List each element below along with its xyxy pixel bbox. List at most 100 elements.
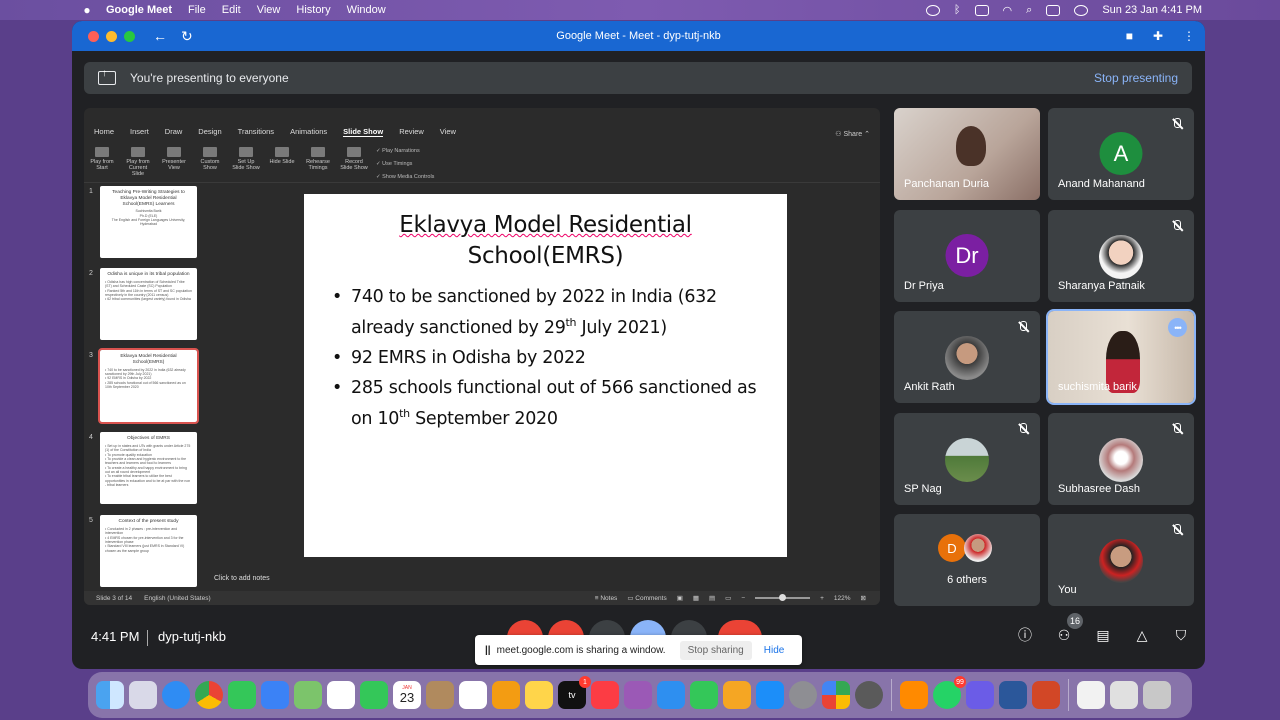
tab-design[interactable]: Design bbox=[198, 127, 221, 137]
thumbnail-3[interactable]: 3 Eklavya Model Residential School(EMRS)… bbox=[84, 348, 206, 424]
minimize-window-button[interactable] bbox=[106, 30, 117, 42]
rehearse-timings-button[interactable]: Rehearse Timings bbox=[304, 145, 332, 182]
meeting-details-icon[interactable]: ⓘ bbox=[1015, 625, 1035, 645]
meeting-code[interactable]: dyp-tutj-nkb bbox=[158, 629, 226, 644]
menu-edit[interactable]: Edit bbox=[222, 4, 241, 16]
close-window-button[interactable] bbox=[88, 30, 99, 42]
participant-tile-suchismita[interactable]: ••• suchismita barik bbox=[1046, 309, 1196, 405]
participant-tile-panchanan[interactable]: Panchanan Duria bbox=[894, 108, 1040, 200]
tab-transitions[interactable]: Transitions bbox=[238, 127, 274, 137]
pages-icon[interactable] bbox=[723, 681, 751, 709]
participant-tile-priya[interactable]: Dr Dr Priya bbox=[894, 210, 1040, 302]
calendar-icon[interactable]: JAN 23 bbox=[393, 681, 421, 709]
menu-view[interactable]: View bbox=[257, 4, 281, 16]
language-indicator[interactable]: English (United States) bbox=[144, 595, 210, 602]
thumbnail-slide-selected[interactable]: Eklavya Model Residential School(EMRS) •… bbox=[98, 348, 199, 424]
ppt-share-button[interactable]: ⚇ Share ⌃ bbox=[835, 130, 870, 138]
shortcuts-icon[interactable] bbox=[966, 681, 994, 709]
thumbnail-slide[interactable]: Teaching Pre-Writing Strategies to Eklav… bbox=[100, 186, 197, 258]
record-slideshow-button[interactable]: Record Slide Show bbox=[340, 145, 368, 182]
zoom-out-icon[interactable]: − bbox=[741, 595, 745, 602]
fit-to-window-icon[interactable]: ⊠ bbox=[861, 594, 866, 602]
normal-view-icon[interactable]: ▣ bbox=[677, 594, 683, 602]
play-narrations-checkbox[interactable]: ✓ Play Narrations bbox=[376, 145, 434, 158]
document-stack-icon[interactable] bbox=[1077, 681, 1105, 709]
show-media-controls-checkbox[interactable]: ✓ Show Media Controls bbox=[376, 171, 434, 184]
launchpad-icon[interactable] bbox=[129, 681, 157, 709]
google-meet-icon[interactable] bbox=[822, 681, 850, 709]
participant-tile-you[interactable]: You bbox=[1048, 514, 1194, 606]
numbers-icon[interactable] bbox=[690, 681, 718, 709]
thumbnail-1[interactable]: 1 Teaching Pre-Writing Strategies to Ekl… bbox=[84, 186, 206, 260]
maps-icon[interactable] bbox=[294, 681, 322, 709]
tab-slide-show[interactable]: Slide Show bbox=[343, 127, 384, 137]
tab-draw[interactable]: Draw bbox=[165, 127, 183, 137]
tab-review[interactable]: Review bbox=[399, 127, 424, 137]
tab-home[interactable]: Home bbox=[94, 127, 114, 137]
use-timings-checkbox[interactable]: ✓ Use Timings bbox=[376, 158, 434, 171]
reminders-icon[interactable] bbox=[459, 681, 487, 709]
apple-tv-icon[interactable]: tv 1 bbox=[558, 676, 591, 709]
back-arrow-icon[interactable]: ← bbox=[153, 28, 167, 45]
safari-icon[interactable] bbox=[162, 681, 190, 709]
people-icon[interactable]: ⚇ 16 bbox=[1054, 613, 1083, 645]
participant-tile-subhasree[interactable]: Subhasree Dash bbox=[1048, 413, 1194, 505]
siri-icon[interactable] bbox=[1074, 4, 1089, 16]
whatsapp-icon[interactable]: 99 bbox=[933, 676, 966, 709]
hide-slide-button[interactable]: Hide Slide bbox=[268, 145, 296, 182]
thumbnail-5[interactable]: 5 Context of the present study • Conduct… bbox=[84, 515, 206, 589]
zoom-window-button[interactable] bbox=[124, 30, 135, 42]
contacts-icon[interactable] bbox=[426, 681, 454, 709]
podcasts-icon[interactable] bbox=[624, 681, 652, 709]
menu-datetime[interactable]: Sun 23 Jan 4:41 PM bbox=[1102, 4, 1202, 16]
tab-view[interactable]: View bbox=[440, 127, 456, 137]
play-from-start-button[interactable]: Play from Start bbox=[88, 145, 116, 182]
keynote-icon[interactable] bbox=[657, 681, 685, 709]
current-slide[interactable]: Eklavya Model Residential School(EMRS) 7… bbox=[304, 194, 787, 557]
tab-insert[interactable]: Insert bbox=[130, 127, 149, 137]
word-icon[interactable] bbox=[999, 681, 1027, 709]
quicktime-icon[interactable] bbox=[855, 681, 883, 709]
extensions-icon[interactable]: ✚ bbox=[1153, 29, 1163, 43]
infuse-icon[interactable] bbox=[900, 681, 928, 709]
presenter-view-button[interactable]: Presenter View bbox=[160, 145, 188, 182]
notes-toggle[interactable]: ≡ Notes bbox=[595, 595, 618, 602]
stop-presenting-button[interactable]: Stop presenting bbox=[1094, 71, 1178, 85]
menu-window[interactable]: Window bbox=[347, 4, 386, 16]
wifi-icon[interactable]: ◠ bbox=[1003, 4, 1013, 17]
menu-app-name[interactable]: Google Meet bbox=[106, 4, 172, 16]
host-controls-icon[interactable]: ⛉ bbox=[1171, 625, 1191, 645]
notes-icon[interactable] bbox=[525, 681, 553, 709]
thumbnail-slide[interactable]: Objectives of EMRS • Set up in states an… bbox=[100, 432, 197, 504]
thumbnail-2[interactable]: 2 Odisha is unique in its tribal populat… bbox=[84, 268, 206, 342]
tab-animations[interactable]: Animations bbox=[290, 127, 327, 137]
participant-tile-sharanya[interactable]: Sharanya Patnaik bbox=[1048, 210, 1194, 302]
stop-sharing-button[interactable]: Stop sharing bbox=[679, 640, 752, 660]
music-icon[interactable] bbox=[591, 681, 619, 709]
slideshow-view-icon[interactable]: ▭ bbox=[725, 594, 731, 602]
chrome-icon[interactable] bbox=[195, 681, 223, 709]
powerpoint-icon[interactable] bbox=[1032, 681, 1060, 709]
apple-menu-icon[interactable]: ● bbox=[80, 3, 94, 17]
messages-icon[interactable] bbox=[228, 681, 256, 709]
finder-icon[interactable] bbox=[96, 681, 124, 709]
reload-icon[interactable]: ↻ bbox=[181, 28, 193, 45]
participant-tile-sp-nag[interactable]: SP Nag bbox=[894, 413, 1040, 505]
books-icon[interactable] bbox=[492, 681, 520, 709]
mail-icon[interactable] bbox=[261, 681, 289, 709]
zoom-slider[interactable] bbox=[755, 594, 811, 601]
control-center-icon[interactable] bbox=[1046, 4, 1061, 16]
zoom-in-icon[interactable]: + bbox=[820, 595, 824, 602]
sorter-view-icon[interactable]: ▦ bbox=[693, 594, 699, 602]
record-status-icon[interactable] bbox=[925, 4, 940, 16]
trash-icon[interactable] bbox=[1143, 681, 1171, 709]
system-preferences-icon[interactable] bbox=[789, 681, 817, 709]
participant-tile-others[interactable]: D 6 others bbox=[894, 514, 1040, 606]
custom-show-button[interactable]: Custom Show bbox=[196, 145, 224, 182]
notes-placeholder[interactable]: Click to add notes bbox=[214, 575, 270, 582]
participant-tile-ankit[interactable]: Ankit Rath bbox=[894, 311, 1040, 403]
menu-history[interactable]: History bbox=[296, 4, 330, 16]
activities-icon[interactable]: △ bbox=[1132, 625, 1152, 645]
play-from-current-button[interactable]: Play from Current Slide bbox=[124, 145, 152, 182]
search-icon[interactable]: ⌕ bbox=[1026, 4, 1032, 17]
